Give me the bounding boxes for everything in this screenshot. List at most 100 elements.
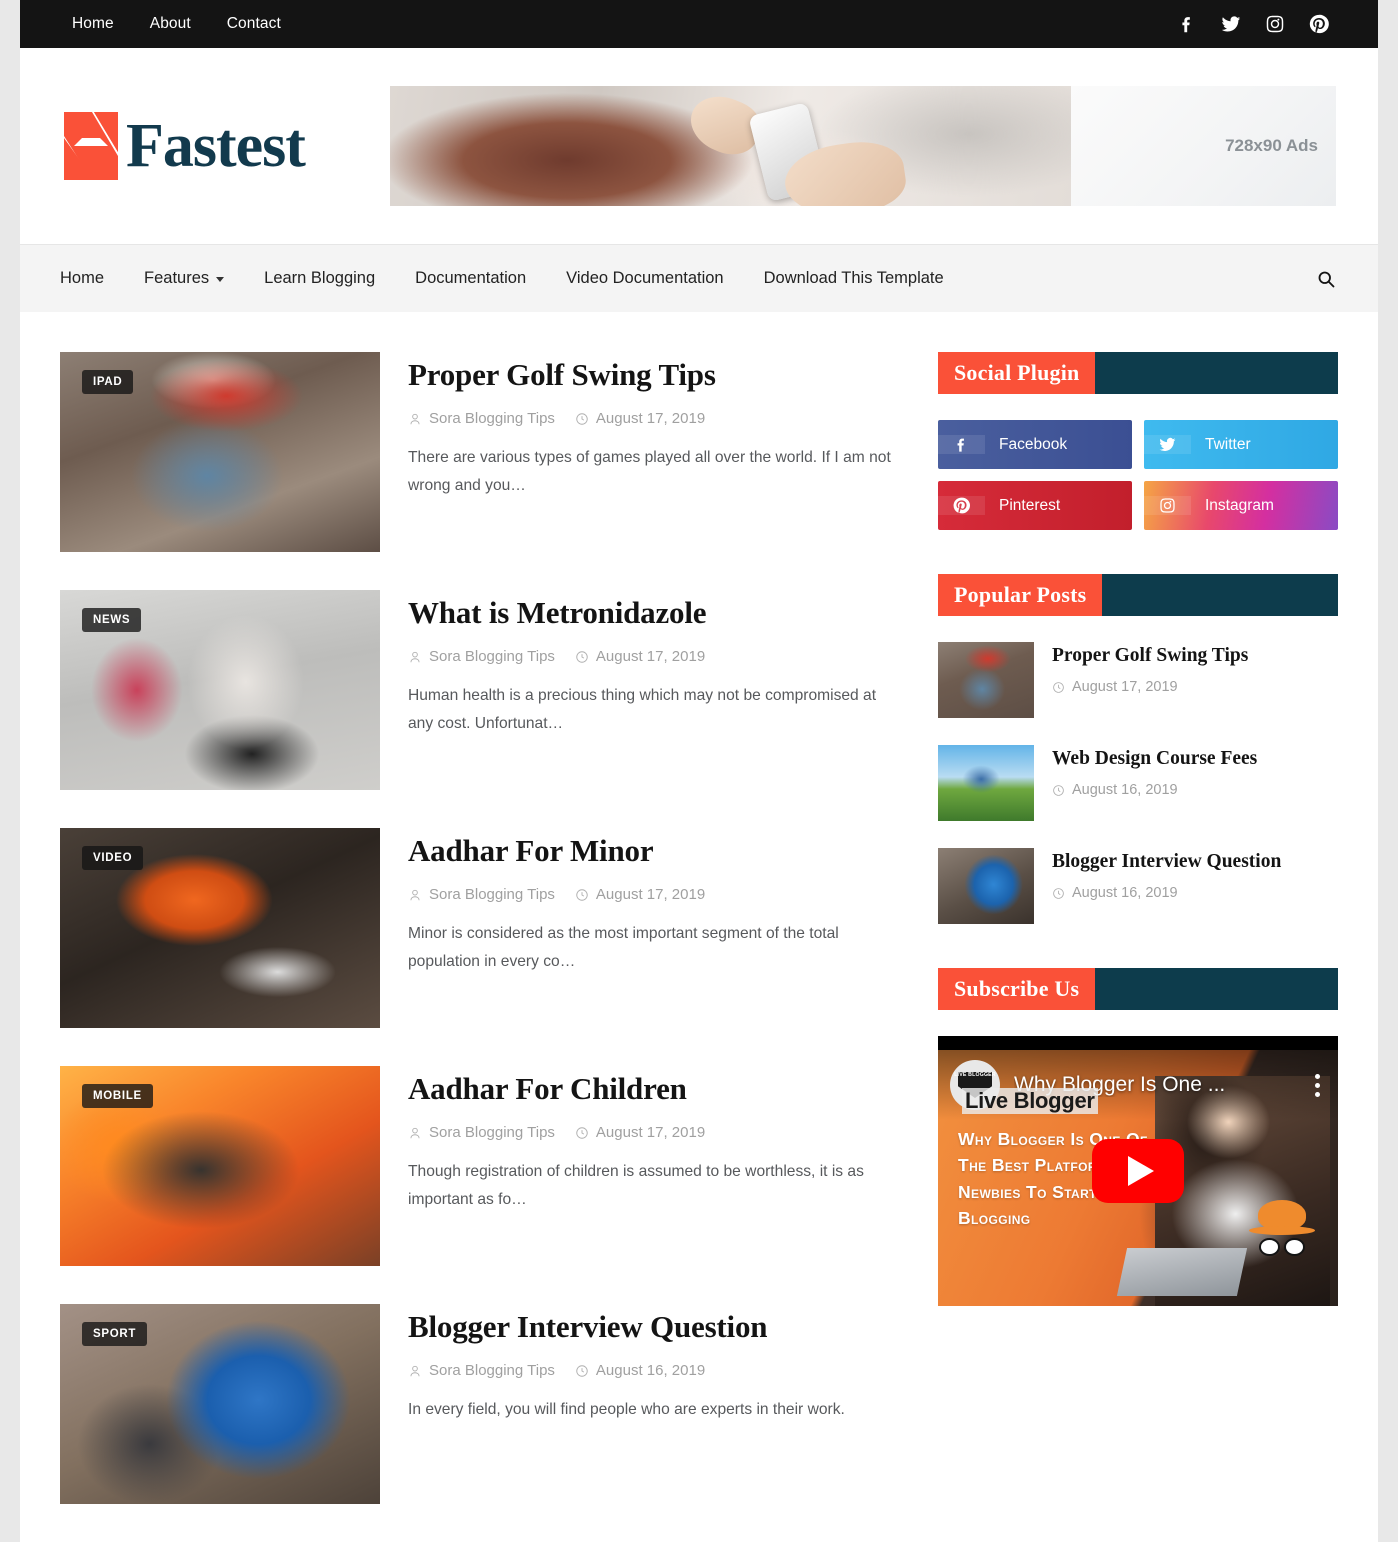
post-thumbnail[interactable]: SPORT [60, 1304, 380, 1504]
post-date-label: August 17, 2019 [595, 410, 706, 428]
instagram-icon [1144, 496, 1191, 515]
post-date: August 17, 2019 [575, 410, 705, 427]
post-author-label: Sora Blogging Tips [429, 410, 555, 428]
post-author: Sora Blogging Tips [408, 1362, 555, 1379]
post-thumbnail[interactable]: NEWS [60, 590, 380, 790]
social-button-facebook[interactable]: Facebook [938, 420, 1132, 469]
category-badge[interactable]: VIDEO [82, 846, 144, 870]
top-bar: Home About Contact [20, 0, 1378, 48]
post-thumbnail[interactable]: IPAD [60, 352, 380, 552]
post-body: Proper Golf Swing Tips Sora Blogging Tip… [408, 352, 896, 552]
site-logo[interactable]: Fastest [60, 108, 390, 184]
nav-item-label: Video Documentation [566, 269, 724, 287]
top-bar-social-links [1176, 13, 1330, 35]
post-thumbnail[interactable]: VIDEO [60, 828, 380, 1028]
popular-post-item[interactable]: Proper Golf Swing Tips August 17, 2019 [938, 642, 1338, 718]
post-title[interactable]: What is Metronidazole [408, 594, 896, 631]
facebook-icon[interactable] [1176, 13, 1198, 35]
user-icon [410, 889, 420, 900]
popular-post-body: Web Design Course Fees August 16, 2019 [1052, 745, 1257, 821]
nav-item-label: Download This Template [763, 269, 944, 287]
post-body: Aadhar For Children Sora Blogging Tips A… [408, 1066, 896, 1266]
clock-icon [1053, 682, 1064, 693]
nav-item-label: Features [144, 269, 210, 287]
post-date: August 17, 2019 [575, 648, 705, 665]
nav-item-download-this-template[interactable]: Download This Template [744, 269, 964, 288]
nav-item-label: Documentation [415, 269, 527, 287]
search-icon[interactable] [1316, 269, 1348, 289]
logo-text: Fastest [126, 112, 306, 180]
topbar-link-home[interactable]: Home [72, 15, 114, 33]
popular-post-item[interactable]: Web Design Course Fees August 16, 2019 [938, 745, 1338, 821]
popular-post-date-label: August 17, 2019 [1072, 679, 1178, 696]
category-badge[interactable]: NEWS [82, 608, 142, 632]
topbar-link-about[interactable]: About [150, 15, 191, 33]
page-root: Home About Contact Fastest 728x90 Ads Ho… [0, 0, 1398, 1542]
category-badge[interactable]: IPAD [82, 370, 134, 394]
post-author-label: Sora Blogging Tips [429, 648, 555, 666]
post-title[interactable]: Aadhar For Minor [408, 832, 896, 869]
post-item: SPORT Blogger Interview Question Sora Bl… [60, 1304, 896, 1504]
post-author: Sora Blogging Tips [408, 410, 555, 427]
popular-post-body: Blogger Interview Question August 16, 20… [1052, 848, 1281, 924]
widget-social-plugin: Social Plugin Facebook Twitter Pinterest… [938, 352, 1338, 530]
popular-post-date-label: August 16, 2019 [1072, 885, 1178, 902]
content-area: IPAD Proper Golf Swing Tips Sora Bloggin… [20, 312, 1378, 1542]
widget-header: Popular Posts [938, 574, 1338, 616]
more-options-icon[interactable] [1309, 1073, 1326, 1097]
nav-item-documentation[interactable]: Documentation [395, 269, 546, 288]
post-date: August 16, 2019 [575, 1362, 705, 1379]
popular-post-title[interactable]: Blogger Interview Question [1052, 850, 1281, 874]
popular-post-thumbnail [938, 642, 1034, 718]
social-button-instagram[interactable]: Instagram [1144, 481, 1338, 530]
social-button-pinterest[interactable]: Pinterest [938, 481, 1132, 530]
post-title[interactable]: Proper Golf Swing Tips [408, 356, 896, 393]
pinterest-icon[interactable] [1308, 13, 1330, 35]
post-date-label: August 16, 2019 [595, 1362, 706, 1380]
facebook-icon [938, 435, 985, 454]
popular-post-title[interactable]: Proper Golf Swing Tips [1052, 644, 1248, 668]
nav-item-video-documentation[interactable]: Video Documentation [546, 269, 743, 288]
post-date-label: August 17, 2019 [595, 1124, 706, 1142]
play-button-icon[interactable] [1092, 1139, 1184, 1203]
category-badge[interactable]: MOBILE [82, 1084, 153, 1108]
clock-icon [576, 1126, 588, 1139]
post-snippet: Though registration of children is assum… [408, 1163, 864, 1208]
video-thumbnail-glasses [1256, 1238, 1308, 1256]
post-title[interactable]: Aadhar For Children [408, 1070, 896, 1107]
post-title[interactable]: Blogger Interview Question [408, 1308, 896, 1345]
nav-item-home[interactable]: Home [60, 269, 124, 288]
social-button-twitter[interactable]: Twitter [1144, 420, 1338, 469]
nav-item-label: Home [60, 269, 105, 287]
clock-icon [576, 650, 588, 663]
popular-post-title[interactable]: Web Design Course Fees [1052, 747, 1257, 771]
nav-item-learn-blogging[interactable]: Learn Blogging [244, 269, 395, 288]
post-author: Sora Blogging Tips [408, 648, 555, 665]
post-meta: Sora Blogging Tips August 17, 2019 [408, 1124, 896, 1141]
pinterest-icon [938, 496, 985, 515]
topbar-link-contact[interactable]: Contact [227, 15, 281, 33]
popular-post-body: Proper Golf Swing Tips August 17, 2019 [1052, 642, 1248, 718]
youtube-video-embed[interactable]: Why Blogger Is One Of The Best Platform … [938, 1036, 1338, 1306]
youtube-channel-name: Live Blogger [962, 1088, 1098, 1114]
nav-item-features[interactable]: Features [124, 269, 244, 288]
post-author-label: Sora Blogging Tips [429, 1124, 555, 1142]
ad-placeholder: 728x90 Ads [1071, 86, 1336, 206]
post-snippet: In every field, you will find people who… [408, 1401, 845, 1419]
ad-banner[interactable]: 728x90 Ads [390, 86, 1336, 206]
post-meta: Sora Blogging Tips August 17, 2019 [408, 886, 896, 903]
channel-avatar-text: LIVE BLOGGER [954, 1072, 996, 1078]
post-thumbnail[interactable]: MOBILE [60, 1066, 380, 1266]
widget-title: Social Plugin [938, 352, 1096, 394]
popular-post-item[interactable]: Blogger Interview Question August 16, 20… [938, 848, 1338, 924]
popular-post-thumbnail [938, 848, 1034, 924]
instagram-icon[interactable] [1264, 13, 1286, 35]
ad-size-label: 728x90 Ads [1225, 136, 1318, 155]
post-item: MOBILE Aadhar For Children Sora Blogging… [60, 1066, 896, 1266]
post-meta: Sora Blogging Tips August 16, 2019 [408, 1362, 896, 1379]
twitter-icon [1144, 435, 1191, 454]
user-icon [410, 1365, 420, 1376]
twitter-icon[interactable] [1220, 13, 1242, 35]
category-badge[interactable]: SPORT [82, 1322, 148, 1346]
social-button-grid: Facebook Twitter Pinterest Instagram [938, 420, 1338, 530]
